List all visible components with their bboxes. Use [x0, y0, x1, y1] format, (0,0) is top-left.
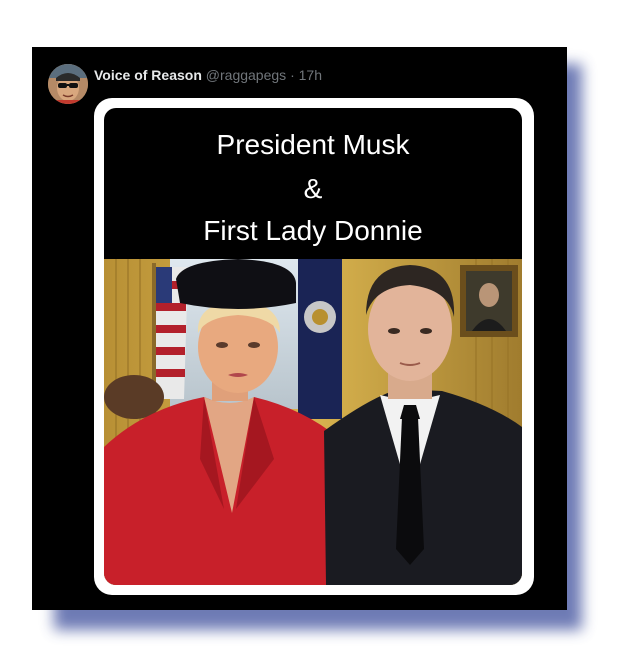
wall-portrait: [460, 265, 518, 337]
caption-line-3: First Lady Donnie: [203, 215, 423, 246]
avatar-image: [48, 64, 88, 104]
caption-line-2: &: [303, 173, 323, 204]
tweet-header: Voice of Reason @raggapegs · 17h: [94, 66, 322, 84]
avatar[interactable]: [48, 64, 88, 104]
media-image[interactable]: President Musk & First Lady Donnie: [104, 108, 522, 585]
post-time[interactable]: 17h: [299, 67, 322, 83]
presidential-flag: [298, 259, 342, 419]
photo: [104, 259, 522, 585]
author-handle[interactable]: @raggapegs: [206, 67, 286, 83]
author-name[interactable]: Voice of Reason: [94, 67, 202, 83]
meta-separator: ·: [290, 67, 295, 83]
caption-line-1: President Musk: [216, 129, 410, 160]
